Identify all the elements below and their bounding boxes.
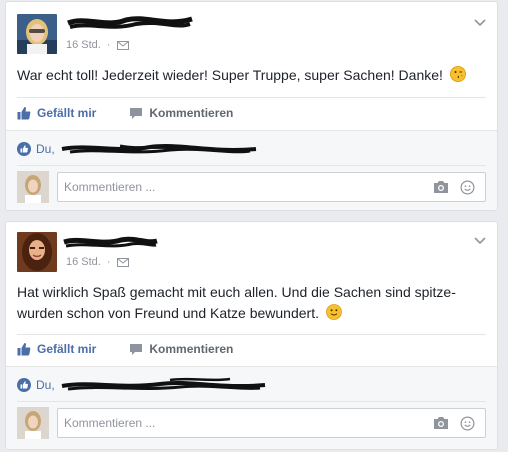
divider: [17, 165, 486, 166]
like-label: Gefällt mir: [37, 106, 97, 120]
post-actions: Gefällt mir Kommentieren: [17, 336, 486, 362]
like-badge-icon: [17, 142, 31, 156]
divider: [17, 334, 486, 335]
post-card: 16 Std. · Hat wirklich Spaß gemacht mit …: [5, 221, 498, 450]
my-avatar: [17, 171, 49, 203]
likers-prefix: Du,: [36, 378, 55, 392]
author-avatar[interactable]: [17, 232, 57, 272]
post-text-content: War echt toll! Jederzeit wieder! Super T…: [17, 67, 443, 83]
post-meta: 16 Std. ·: [66, 256, 129, 268]
redacted-author-name: [67, 16, 193, 29]
emoji-icon[interactable]: [460, 416, 475, 431]
comment-button[interactable]: Kommentieren: [129, 106, 233, 120]
post-text: Hat wirklich Spaß gemacht mit euch allen…: [17, 282, 475, 324]
comment-label: Kommentieren: [149, 342, 234, 356]
likes-summary[interactable]: Du,: [17, 372, 486, 398]
comment-box: [57, 172, 486, 202]
comment-box: [57, 408, 486, 438]
redacted-likers-names: [61, 144, 256, 154]
like-button[interactable]: Gefällt mir: [17, 106, 96, 120]
comment-bubble-icon: [130, 343, 143, 355]
comment-input[interactable]: [64, 409, 404, 437]
reaction-and-comment-area: Du,: [6, 130, 497, 210]
thumbs-up-icon: [17, 343, 31, 356]
winking-kiss-emoji-icon: [449, 66, 466, 82]
divider: [17, 401, 486, 402]
redacted-author-name: [63, 236, 158, 248]
author-avatar[interactable]: [17, 14, 57, 54]
like-badge-icon: [17, 378, 31, 392]
reaction-and-comment-area: Du,: [6, 366, 497, 449]
chevron-down-icon[interactable]: [473, 18, 487, 28]
likers-prefix: Du,: [36, 142, 55, 156]
divider: [17, 97, 486, 98]
camera-icon[interactable]: [433, 180, 449, 194]
timestamp[interactable]: 16 Std.: [66, 39, 101, 51]
smile-emoji-icon: [325, 304, 342, 320]
post-text: War echt toll! Jederzeit wieder! Super T…: [17, 65, 485, 86]
emoji-icon[interactable]: [460, 180, 475, 195]
post-actions: Gefällt mir Kommentieren: [17, 100, 486, 126]
my-avatar: [17, 407, 49, 439]
comment-input[interactable]: [64, 173, 404, 201]
thumbs-up-icon: [17, 107, 31, 120]
like-label: Gefällt mir: [37, 342, 97, 356]
redacted-likers-names: [61, 377, 265, 391]
like-button[interactable]: Gefällt mir: [17, 342, 96, 356]
privacy-envelope-icon[interactable]: [116, 257, 129, 267]
post-card: 16 Std. · War echt toll! Jederzeit wiede…: [5, 1, 498, 211]
timestamp[interactable]: 16 Std.: [66, 256, 101, 268]
likes-summary[interactable]: Du,: [17, 136, 486, 162]
chevron-down-icon[interactable]: [473, 236, 487, 246]
post-meta: 16 Std. ·: [66, 39, 129, 51]
privacy-envelope-icon[interactable]: [116, 40, 129, 50]
post-text-content: Hat wirklich Spaß gemacht mit euch allen…: [17, 284, 456, 321]
comment-bubble-icon: [130, 107, 143, 119]
comment-button[interactable]: Kommentieren: [129, 342, 233, 356]
camera-icon[interactable]: [433, 416, 449, 430]
comment-label: Kommentieren: [149, 106, 234, 120]
